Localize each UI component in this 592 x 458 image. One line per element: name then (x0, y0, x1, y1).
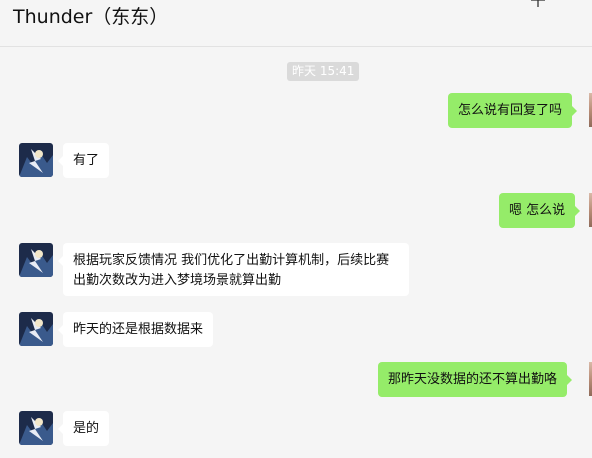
message-bubble-incoming[interactable]: 是的 (57, 411, 110, 446)
message-text: 昨天的还是根据数据来 (73, 322, 204, 337)
message-timestamp: 昨天 15:41 (287, 62, 360, 81)
message-bubble-outgoing[interactable]: 怎么说有回复了吗 (448, 93, 578, 128)
chat-header: Thunder（东东） (0, 0, 592, 47)
contact-avatar[interactable] (19, 143, 53, 177)
contact-avatar[interactable] (19, 312, 53, 346)
message-text: 嗯 怎么说 (509, 203, 566, 218)
message-bubble-outgoing[interactable]: 嗯 怎么说 (499, 193, 581, 228)
message-text: 怎么说有回复了吗 (458, 103, 563, 118)
message-text: 有了 (73, 153, 100, 168)
message-bubble-incoming[interactable]: 有了 (57, 143, 110, 178)
chat-title: Thunder（东东） (13, 6, 169, 28)
message-text: 根据玩家反馈情况 我们优化了出勤计算机制，后续比赛出勤次数改为进入梦境场景就算出… (73, 253, 390, 288)
message-text: 是的 (73, 421, 100, 436)
message-bubble-incoming[interactable]: 昨天的还是根据数据来 (57, 312, 214, 347)
message-bubble-incoming[interactable]: 根据玩家反馈情况 我们优化了出勤计算机制，后续比赛出勤次数改为进入梦境场景就算出… (58, 243, 409, 296)
contact-avatar[interactable] (19, 243, 53, 277)
message-bubble-outgoing[interactable]: 那昨天没数据的还不算出勤咯 (378, 362, 573, 397)
more-options-icon[interactable] (531, 0, 545, 7)
message-text: 那昨天没数据的还不算出勤咯 (388, 372, 558, 387)
contact-avatar[interactable] (19, 411, 53, 445)
